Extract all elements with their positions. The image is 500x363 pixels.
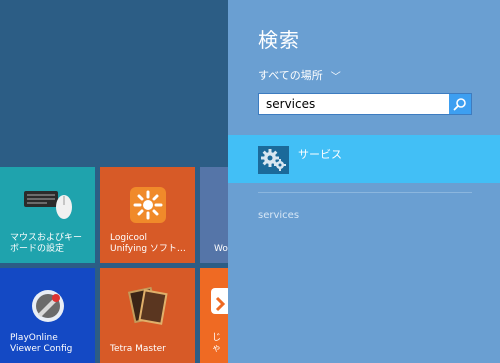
tile-partial-ja[interactable]: じゃ bbox=[200, 268, 228, 363]
tile-mouse-keyboard-settings[interactable]: マウスおよびキー ボードの設定 bbox=[0, 167, 95, 263]
search-charm-panel: 検索 すべての場所 ﹀ services サービス services bbox=[228, 0, 500, 363]
search-result-label: サービス bbox=[298, 148, 342, 161]
tile-logicool-unifying[interactable]: Logicool Unifying ソフト… bbox=[100, 167, 195, 263]
tile-partial-wo[interactable]: Wo bbox=[200, 167, 228, 263]
services-gear-icon bbox=[258, 146, 289, 174]
playonline-icon bbox=[28, 286, 68, 330]
tile-label: Logicool Unifying ソフト… bbox=[110, 233, 186, 254]
tile-label: マウスおよびキー ボードの設定 bbox=[10, 233, 83, 254]
tile-label: PlayOnline Viewer Config bbox=[10, 333, 73, 354]
search-icon bbox=[453, 98, 466, 111]
unifying-logo-icon bbox=[128, 185, 168, 229]
search-result-services[interactable]: サービス bbox=[228, 135, 500, 183]
search-scope-label: すべての場所 bbox=[258, 69, 323, 82]
mouse-keyboard-icon bbox=[22, 185, 74, 225]
tile-label: じゃ bbox=[212, 333, 222, 354]
tile-tetra-master[interactable]: Tetra Master bbox=[100, 268, 195, 363]
search-scope-dropdown[interactable]: すべての場所 ﹀ bbox=[258, 67, 341, 83]
search-box bbox=[258, 93, 472, 115]
app-icon bbox=[209, 286, 228, 320]
tile-label: Wo bbox=[214, 244, 228, 254]
search-suggestion[interactable]: services bbox=[258, 210, 299, 221]
tetra-master-icon bbox=[126, 286, 170, 332]
chevron-down-icon: ﹀ bbox=[330, 71, 341, 83]
search-title: 検索 bbox=[258, 28, 300, 52]
start-screen: マウスおよびキー ボードの設定 Logicool Unifying ソフト… W… bbox=[0, 0, 228, 363]
search-button[interactable] bbox=[449, 94, 471, 114]
divider bbox=[258, 192, 472, 193]
tile-label: Tetra Master bbox=[110, 344, 166, 354]
search-input[interactable] bbox=[259, 94, 445, 114]
tile-playonline-viewer-config[interactable]: PlayOnline Viewer Config bbox=[0, 268, 95, 363]
